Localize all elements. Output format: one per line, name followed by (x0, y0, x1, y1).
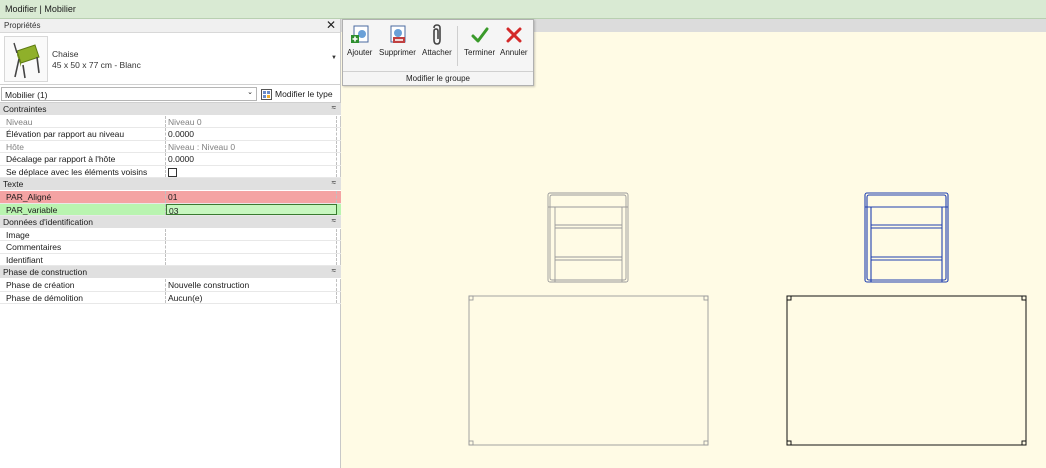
finish-button[interactable]: Terminer (464, 24, 495, 57)
prop-value: Niveau : Niveau 0 (166, 140, 337, 153)
collapse-icon[interactable]: ≈ (332, 178, 336, 187)
prop-value-input[interactable]: 0.0000 (166, 128, 337, 140)
prop-key: Hôte (0, 140, 166, 153)
prop-key: Identifiant (0, 253, 166, 266)
drawing-canvas[interactable] (341, 19, 1046, 468)
edit-type-button[interactable]: Modifier le type (261, 87, 333, 101)
collapse-icon[interactable]: ≈ (332, 216, 336, 225)
category-phase[interactable]: Phase de construction ≈ (0, 266, 341, 279)
prop-key: Phase de démolition (0, 291, 166, 304)
prop-value-input[interactable] (166, 228, 337, 241)
category-texte[interactable]: Texte ≈ (0, 178, 341, 191)
prop-row-par-aligne: PAR_Aligné 01 (0, 190, 341, 204)
prop-row-niveau: Niveau Niveau 0 (0, 115, 341, 129)
prop-value (166, 165, 337, 178)
prop-value-input[interactable]: Aucun(e) (166, 291, 337, 304)
prop-row-identifiant: Identifiant (0, 253, 341, 267)
prop-row-image: Image (0, 228, 341, 242)
prop-key: Commentaires (0, 241, 166, 253)
edit-type-icon (261, 88, 272, 100)
attach-button[interactable]: Attacher (422, 24, 452, 57)
instance-filter-value: Mobilier (1) (5, 90, 48, 100)
category-label: Données d'identification (3, 217, 93, 228)
window-title: Modifier | Mobilier (0, 0, 1046, 19)
prop-key: Élévation par rapport au niveau (0, 128, 166, 140)
prop-key: PAR_Aligné (0, 190, 166, 203)
prop-key: PAR_variable (0, 203, 166, 216)
ribbon-group-label: Modifier le groupe (343, 71, 533, 83)
ribbon-separator (457, 26, 458, 66)
prop-value-input[interactable]: Nouvelle construction (166, 278, 337, 291)
prop-row-deplace: Se déplace avec les éléments voisins (0, 165, 341, 179)
plan-view (468, 192, 1027, 446)
category-label: Texte (3, 179, 24, 190)
chair-left[interactable] (547, 192, 629, 283)
type-dropdown-arrow-icon[interactable]: ▼ (331, 55, 337, 61)
category-contraintes[interactable]: Contraintes ≈ (0, 103, 341, 116)
chair-right-selected[interactable] (864, 192, 949, 283)
ribbon-modify-group: Ajouter Supprimer Attacher Terminer Annu… (342, 19, 534, 86)
table-left[interactable] (468, 295, 709, 446)
prop-key: Phase de création (0, 278, 166, 291)
remove-button[interactable]: Supprimer (379, 24, 416, 57)
chevron-down-icon[interactable]: ⌄ (247, 88, 253, 96)
prop-value-input[interactable]: 03 (166, 203, 337, 216)
finish-button-label: Terminer (464, 48, 496, 57)
type-selector[interactable]: Chaise 45 x 50 x 77 cm - Blanc ▼ (0, 33, 340, 85)
properties-header: Propriétés ✕ (0, 19, 340, 33)
chair-thumbnail-icon (4, 36, 48, 82)
remove-member-icon (390, 25, 406, 43)
properties-palette: Propriétés ✕ Chaise 45 x 50 x 77 cm - Bl… (0, 19, 341, 468)
add-member-icon (350, 25, 369, 43)
category-label: Phase de construction (3, 267, 88, 278)
type-family-name: Chaise (52, 49, 79, 59)
checkmark-icon (471, 27, 489, 43)
prop-value-input[interactable] (166, 241, 337, 253)
prop-row-creation: Phase de création Nouvelle construction (0, 278, 341, 292)
prop-row-par-variable: PAR_variable 03 (0, 203, 341, 217)
instance-filter-select[interactable]: Mobilier (1) ⌄ (1, 87, 257, 101)
add-button-label: Ajouter (347, 48, 373, 57)
instance-filter-row: Mobilier (1) ⌄ Modifier le type (0, 85, 340, 103)
prop-value-input[interactable] (166, 253, 337, 266)
prop-row-elevation: Élévation par rapport au niveau 0.0000 (0, 128, 341, 141)
properties-title: Propriétés (4, 21, 41, 30)
remove-button-label: Supprimer (379, 48, 416, 57)
type-dimensions: 45 x 50 x 77 cm - Blanc (52, 60, 141, 70)
table-right[interactable] (786, 295, 1027, 446)
add-button[interactable]: Ajouter (347, 24, 372, 57)
properties-grid: Contraintes ≈ Niveau Niveau 0 Élévation … (0, 103, 341, 305)
prop-key: Se déplace avec les éléments voisins (0, 165, 166, 178)
attach-button-label: Attacher (422, 48, 452, 57)
cancel-button-label: Annuler (500, 48, 528, 57)
prop-key: Image (0, 228, 166, 241)
collapse-icon[interactable]: ≈ (332, 266, 336, 275)
edit-type-label: Modifier le type (275, 89, 333, 99)
prop-row-commentaires: Commentaires (0, 241, 341, 254)
prop-value-input[interactable]: 0.0000 (166, 153, 337, 165)
prop-key: Niveau (0, 115, 166, 128)
prop-value-input[interactable]: 01 (166, 190, 337, 203)
cancel-button[interactable]: Annuler (500, 24, 528, 57)
attach-clip-icon (433, 24, 441, 45)
moves-with-neighbors-checkbox[interactable] (168, 167, 177, 177)
prop-row-decalage: Décalage par rapport à l'hôte 0.0000 (0, 153, 341, 166)
prop-key: Décalage par rapport à l'hôte (0, 153, 166, 165)
prop-row-demolition: Phase de démolition Aucun(e) (0, 291, 341, 305)
category-donnees[interactable]: Données d'identification ≈ (0, 216, 341, 229)
cancel-x-icon (506, 27, 522, 43)
collapse-icon[interactable]: ≈ (332, 103, 336, 112)
prop-row-hote: Hôte Niveau : Niveau 0 (0, 140, 341, 154)
category-label: Contraintes (3, 104, 47, 114)
prop-value: Niveau 0 (166, 115, 337, 128)
close-icon[interactable]: ✕ (326, 19, 336, 32)
